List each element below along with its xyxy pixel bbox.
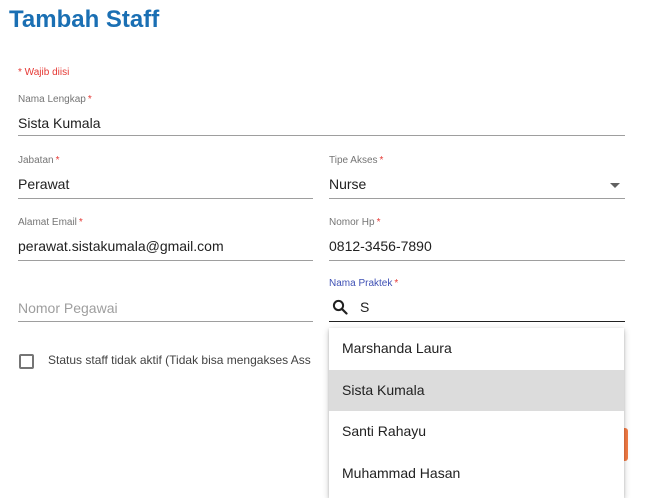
required-mark: * [78, 217, 83, 228]
nama-praktek-search-input[interactable]: S [360, 297, 369, 317]
nomor-pegawai-field[interactable]: Nomor Pegawai [18, 298, 313, 323]
nama-praktek-underline [329, 321, 625, 322]
required-mark: * [55, 155, 60, 166]
required-mark: * [87, 94, 92, 105]
jabatan-underline [18, 198, 313, 199]
page-title: Tambah Staff [9, 6, 160, 33]
nomor-hp-underline [329, 260, 625, 261]
jabatan-field[interactable]: Jabatan * Perawat [18, 155, 313, 200]
jabatan-label: Jabatan [18, 155, 54, 166]
alamat-email-label: Alamat Email [18, 217, 77, 228]
required-mark: * [379, 155, 384, 166]
status-inactive-label: Status staff tidak aktif (Tidak bisa men… [48, 353, 311, 367]
search-icon [332, 299, 348, 320]
dropdown-option[interactable]: Marshanda Laura [329, 328, 624, 370]
status-inactive-checkbox[interactable] [19, 354, 34, 369]
nomor-hp-field[interactable]: Nomor Hp * 0812-3456-7890 [329, 217, 625, 262]
required-note: * Wajib diisi [18, 67, 70, 78]
tipe-akses-label: Tipe Akses [329, 155, 378, 166]
nama-praktek-label: Nama Praktek [329, 278, 393, 289]
nama-lengkap-underline [18, 135, 625, 136]
jabatan-input[interactable]: Perawat [18, 174, 313, 194]
nama-lengkap-field[interactable]: Nama Lengkap * Sista Kumala [18, 94, 625, 137]
alamat-email-field[interactable]: Alamat Email * perawat.sistakumala@gmail.… [18, 217, 313, 262]
tipe-akses-value[interactable]: Nurse [329, 174, 625, 194]
tipe-akses-underline [329, 198, 625, 199]
nomor-hp-label: Nomor Hp [329, 217, 375, 228]
alamat-email-underline [18, 260, 313, 261]
nomor-pegawai-input[interactable]: Nomor Pegawai [18, 298, 313, 318]
nama-lengkap-input[interactable]: Sista Kumala [18, 113, 625, 133]
alamat-email-input[interactable]: perawat.sistakumala@gmail.com [18, 236, 313, 256]
required-mark: * [394, 278, 399, 289]
nama-praktek-field[interactable]: Nama Praktek * S [329, 278, 625, 323]
dropdown-option[interactable]: Santi Rahayu [329, 411, 624, 453]
dropdown-option[interactable]: Sista Kumala [329, 369, 624, 411]
dropdown-option[interactable]: Muhammad Hasan [329, 453, 624, 495]
nama-praktek-dropdown: Marshanda Laura Sista Kumala Santi Rahay… [329, 328, 624, 498]
required-mark: * [376, 217, 381, 228]
nomor-pegawai-underline [18, 321, 313, 322]
dropdown-arrow-icon[interactable] [610, 183, 620, 188]
nama-lengkap-label: Nama Lengkap [18, 94, 86, 105]
tipe-akses-select[interactable]: Tipe Akses * Nurse [329, 155, 625, 200]
nomor-hp-input[interactable]: 0812-3456-7890 [329, 236, 625, 256]
